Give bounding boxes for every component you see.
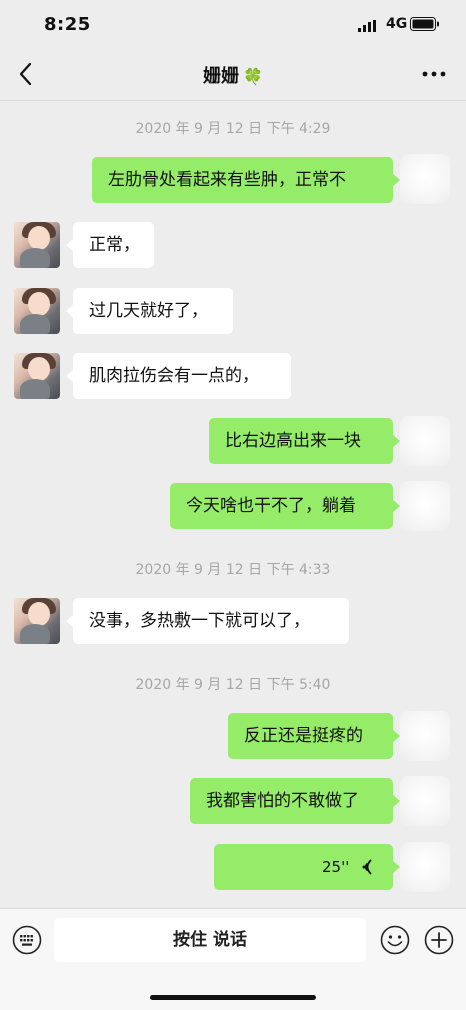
input-bar: 按住 说话 <box>0 908 466 1010</box>
hold-to-talk-button[interactable]: 按住 说话 <box>54 918 366 962</box>
voice-wave-icon <box>362 859 372 875</box>
home-indicator[interactable] <box>150 995 316 1000</box>
self-avatar[interactable] <box>400 154 450 204</box>
chat-message-list[interactable]: 2020 年 9 月 12 日 下午 4:29 左肋骨处看起来有些肿，正常不 正… <box>0 100 466 908</box>
contact-avatar[interactable] <box>14 353 60 399</box>
more-dots-icon[interactable] <box>420 64 448 84</box>
chat-title: 姗姗 🍀 <box>0 62 466 88</box>
timestamp: 2020 年 9 月 12 日 下午 4:33 <box>135 562 331 578</box>
self-avatar[interactable] <box>400 481 450 531</box>
plus-icon[interactable] <box>424 925 454 955</box>
outgoing-message[interactable]: 左肋骨处看起来有些肿，正常不 <box>92 157 400 203</box>
voice-duration: 25'' <box>322 858 350 876</box>
status-time: 8:25 <box>44 14 91 35</box>
battery-icon <box>410 17 439 31</box>
outgoing-message[interactable]: 比右边高出来一块 <box>209 418 400 464</box>
outgoing-message[interactable]: 反正还是挺疼的 <box>228 713 400 759</box>
timestamp: 2020 年 9 月 12 日 下午 4:29 <box>135 121 331 137</box>
contact-name: 姗姗 <box>203 66 240 87</box>
incoming-message[interactable]: 过几天就好了， <box>66 288 233 334</box>
outgoing-message[interactable]: 今天啥也干不了，躺着 <box>170 483 400 529</box>
incoming-message[interactable]: 肌肉拉伤会有一点的， <box>66 353 291 399</box>
incoming-message[interactable]: 没事，多热敷一下就可以了， <box>66 598 349 644</box>
emoji-icon[interactable] <box>380 925 410 955</box>
self-avatar[interactable] <box>400 711 450 761</box>
clover-emoji: 🍀 <box>243 67 263 86</box>
timestamp: 2020 年 9 月 12 日 下午 5:40 <box>135 677 331 693</box>
signal-icon <box>358 20 376 32</box>
self-avatar[interactable] <box>400 776 450 826</box>
chat-header: 姗姗 🍀 <box>0 50 466 101</box>
keyboard-icon[interactable] <box>12 925 42 955</box>
network-type: 4G <box>386 16 408 32</box>
contact-avatar[interactable] <box>14 222 60 268</box>
outgoing-message[interactable]: 我都害怕的不敢做了 <box>190 778 400 824</box>
incoming-message[interactable]: 正常， <box>66 222 154 268</box>
voice-message[interactable]: 25'' <box>214 844 400 890</box>
contact-avatar[interactable] <box>14 598 60 644</box>
contact-avatar[interactable] <box>14 288 60 334</box>
status-bar: 8:25 4G <box>0 0 466 50</box>
self-avatar[interactable] <box>400 416 450 466</box>
self-avatar[interactable] <box>400 842 450 892</box>
